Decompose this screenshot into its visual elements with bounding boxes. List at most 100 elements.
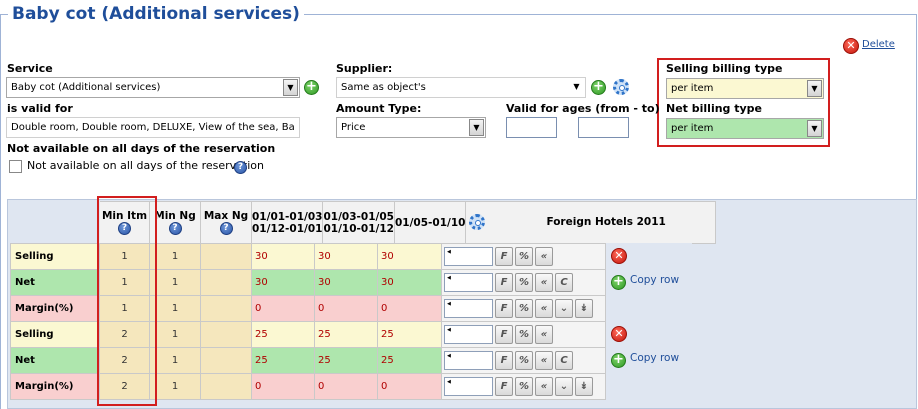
min-ng-cell[interactable]: 1 <box>149 295 201 322</box>
row-label: Margin(%) <box>10 373 100 400</box>
age-to-input[interactable] <box>578 117 629 138</box>
row-value-input[interactable] <box>444 299 493 318</box>
back-button[interactable]: « <box>535 247 553 266</box>
period-3-cell[interactable]: 0 <box>377 295 442 322</box>
settings-gear-icon[interactable] <box>469 214 486 230</box>
amount-type-select[interactable]: Price ▼ <box>336 117 486 138</box>
back-button[interactable]: « <box>535 273 553 292</box>
dropdown-arrow-icon[interactable]: ▼ <box>807 80 822 97</box>
service-select-value: Baby cot (Additional services) <box>11 82 161 93</box>
percent-button[interactable]: % <box>515 351 533 370</box>
add-icon[interactable]: + <box>611 275 626 290</box>
back-button[interactable]: « <box>535 299 553 318</box>
min-ng-cell[interactable]: 1 <box>149 269 201 296</box>
formula-button[interactable]: F <box>495 351 513 370</box>
min-ng-cell[interactable]: 1 <box>149 243 201 270</box>
help-icon[interactable]: ? <box>234 161 247 174</box>
period-2-cell[interactable]: 0 <box>314 373 378 400</box>
max-ng-cell[interactable] <box>200 269 252 296</box>
settings-gear-icon[interactable] <box>613 79 629 95</box>
period-3-cell[interactable]: 30 <box>377 269 442 296</box>
row-controls: F%« <box>441 321 606 348</box>
age-from-input[interactable] <box>506 117 557 138</box>
formula-button[interactable]: F <box>495 377 513 396</box>
page-title: Baby cot (Additional services) <box>8 4 304 24</box>
max-ng-cell[interactable] <box>200 321 252 348</box>
add-icon[interactable]: + <box>304 80 319 95</box>
copy-row-link[interactable]: Copy row <box>630 274 679 286</box>
percent-button[interactable]: % <box>515 299 533 318</box>
period-2-cell[interactable]: 30 <box>314 269 378 296</box>
row-value-input[interactable] <box>444 247 493 266</box>
row-controls: F%«C <box>441 347 606 374</box>
period-1-cell[interactable]: 25 <box>251 321 315 348</box>
period-2-cell[interactable]: 25 <box>314 321 378 348</box>
row-value-input[interactable] <box>444 351 493 370</box>
dropdown-arrow-icon[interactable]: ▼ <box>283 79 298 96</box>
valid-ages-label: Valid for ages (from - to) <box>506 102 660 115</box>
period-1-cell[interactable]: 0 <box>251 295 315 322</box>
back-button[interactable]: « <box>535 325 553 344</box>
delete-row-icon[interactable]: ✕ <box>611 326 627 342</box>
row-value-input[interactable] <box>444 273 493 292</box>
add-icon[interactable]: + <box>611 353 626 368</box>
formula-button[interactable]: F <box>495 273 513 292</box>
back-button[interactable]: « <box>535 377 553 396</box>
back-button[interactable]: « <box>535 351 553 370</box>
double-chevron-down-icon[interactable]: ↡ <box>575 299 593 318</box>
period-2-cell[interactable]: 30 <box>314 243 378 270</box>
selling-billing-label: Selling billing type <box>666 62 783 75</box>
period-1-cell[interactable]: 25 <box>251 347 315 374</box>
period-1-cell[interactable]: 0 <box>251 373 315 400</box>
service-select[interactable]: Baby cot (Additional services) ▼ <box>6 77 300 98</box>
dropdown-arrow-icon[interactable]: ▼ <box>469 119 484 136</box>
period-3-cell[interactable]: 25 <box>377 321 442 348</box>
row-label: Net <box>10 347 100 374</box>
net-billing-value: per item <box>671 123 714 134</box>
formula-button[interactable]: F <box>495 247 513 266</box>
row-actions: ✕ <box>605 243 692 270</box>
min-ng-cell[interactable]: 1 <box>149 321 201 348</box>
row-value-input[interactable] <box>444 325 493 344</box>
valid-for-value: Double room, Double room, DELUXE, View o… <box>11 122 295 133</box>
net-billing-select[interactable]: per item ▼ <box>666 118 824 139</box>
dropdown-arrow-icon[interactable]: ▼ <box>807 120 822 137</box>
not-available-checkbox[interactable] <box>9 160 22 173</box>
min-ng-cell[interactable]: 1 <box>149 373 201 400</box>
max-ng-cell[interactable] <box>200 373 252 400</box>
period-2-cell[interactable]: 25 <box>314 347 378 374</box>
chevron-down-icon[interactable]: ⌄ <box>555 299 573 318</box>
percent-button[interactable]: % <box>515 325 533 344</box>
delete-row-icon[interactable]: ✕ <box>611 248 627 264</box>
help-icon[interactable]: ? <box>168 222 182 235</box>
percent-button[interactable]: % <box>515 273 533 292</box>
period-1-cell[interactable]: 30 <box>251 243 315 270</box>
period-3-cell[interactable]: 30 <box>377 243 442 270</box>
period-1-cell[interactable]: 30 <box>251 269 315 296</box>
dropdown-arrow-icon[interactable]: ▼ <box>569 79 584 96</box>
formula-button[interactable]: F <box>495 325 513 344</box>
add-icon[interactable]: + <box>591 80 606 95</box>
period-3-cell[interactable]: 25 <box>377 347 442 374</box>
delete-icon[interactable]: ✕ <box>843 38 859 54</box>
row-value-input[interactable] <box>444 377 493 396</box>
min-ng-cell[interactable]: 1 <box>149 347 201 374</box>
max-ng-cell[interactable] <box>200 347 252 374</box>
max-ng-cell[interactable] <box>200 243 252 270</box>
double-chevron-down-icon[interactable]: ↡ <box>575 377 593 396</box>
percent-button[interactable]: % <box>515 247 533 266</box>
delete-link[interactable]: Delete <box>862 39 895 50</box>
copy-c-button[interactable]: C <box>555 351 573 370</box>
valid-for-select[interactable]: Double room, Double room, DELUXE, View o… <box>6 117 300 138</box>
percent-button[interactable]: % <box>515 377 533 396</box>
period-3-cell[interactable]: 0 <box>377 373 442 400</box>
supplier-select[interactable]: Same as object's ▼ <box>336 77 586 98</box>
copy-row-link[interactable]: Copy row <box>630 352 679 364</box>
period-2-cell[interactable]: 0 <box>314 295 378 322</box>
copy-c-button[interactable]: C <box>555 273 573 292</box>
formula-button[interactable]: F <box>495 299 513 318</box>
chevron-down-icon[interactable]: ⌄ <box>555 377 573 396</box>
max-ng-cell[interactable] <box>200 295 252 322</box>
help-icon[interactable]: ? <box>219 222 233 235</box>
selling-billing-select[interactable]: per item ▼ <box>666 78 824 99</box>
